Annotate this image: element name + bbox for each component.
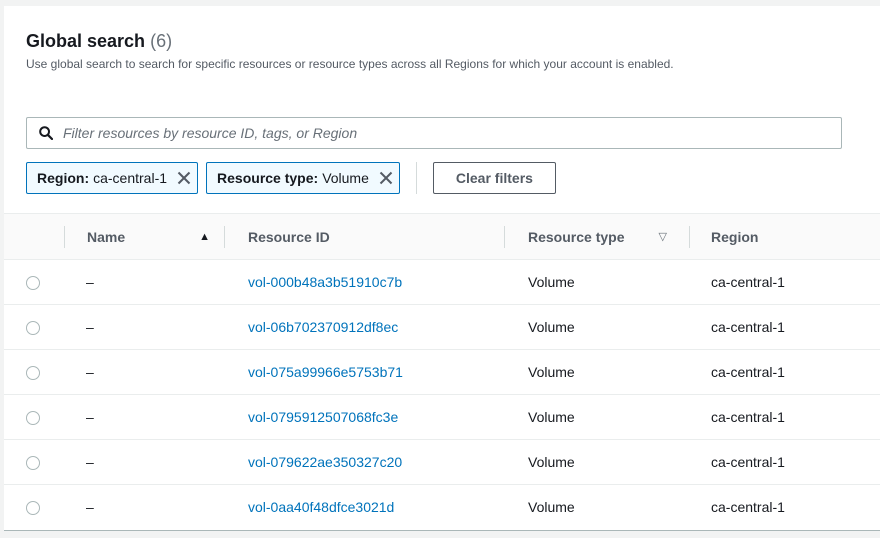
remove-filter-resource-type-button[interactable]	[379, 171, 393, 185]
table-row: – vol-075a99966e5753b71 Volume ca-centra…	[4, 349, 880, 395]
global-search-panel: Global search (6) Use global search to s…	[4, 6, 880, 531]
filter-separator	[415, 162, 417, 194]
close-icon	[379, 171, 393, 185]
row-name: –	[86, 409, 94, 425]
sort-ascending-icon: ▲	[199, 230, 210, 243]
column-header-label: Resource type	[528, 228, 625, 245]
row-name: –	[86, 274, 94, 290]
column-header-label: Resource ID	[248, 228, 330, 245]
close-icon	[177, 171, 191, 185]
row-select-radio[interactable]	[26, 411, 40, 426]
resource-id-link[interactable]: vol-0aa40f48dfce3021d	[248, 499, 394, 515]
sort-descending-icon: ▽	[658, 231, 667, 243]
resource-id-link[interactable]: vol-06b702370912df8ec	[248, 319, 398, 335]
row-select-radio[interactable]	[26, 321, 40, 336]
page-title-text: Global search	[26, 31, 146, 51]
resource-id-link[interactable]: vol-000b48a3b51910c7b	[248, 274, 402, 290]
column-header-region[interactable]: Region	[689, 213, 880, 260]
filter-token-resource-type: Resource type: Volume	[206, 162, 400, 194]
table-row: – vol-0795912507068fc3e Volume ca-centra…	[4, 394, 880, 440]
resource-id-link[interactable]: vol-079622ae350327c20	[248, 454, 402, 470]
search-icon	[39, 126, 53, 140]
filter-token-key: Region:	[37, 170, 90, 186]
filter-token-value: ca-central-1	[93, 170, 168, 186]
table-row: – vol-0aa40f48dfce3021d Volume ca-centra…	[4, 485, 880, 530]
filter-token-region: Region: ca-central-1	[26, 162, 199, 194]
filter-tokens: Region: ca-central-1 Resource type: Volu…	[26, 162, 556, 194]
result-count: (6)	[150, 31, 173, 51]
column-divider	[689, 225, 690, 248]
filter-token-value: Volume	[322, 170, 369, 186]
row-select-radio[interactable]	[26, 276, 40, 291]
table-row: – vol-000b48a3b51910c7b Volume ca-centra…	[4, 259, 880, 305]
row-select-radio[interactable]	[26, 366, 40, 381]
column-header-name[interactable]: Name ▲	[64, 213, 224, 260]
select-column-header	[4, 213, 64, 260]
row-select-radio[interactable]	[26, 456, 40, 471]
column-divider	[64, 225, 65, 248]
resource-id-link[interactable]: vol-0795912507068fc3e	[248, 409, 398, 425]
row-resource-type: Volume	[528, 409, 575, 425]
row-resource-type: Volume	[528, 319, 575, 335]
row-region: ca-central-1	[711, 364, 785, 380]
column-divider	[504, 225, 505, 248]
row-region: ca-central-1	[711, 409, 785, 425]
row-name: –	[86, 454, 94, 470]
remove-filter-region-button[interactable]	[177, 171, 191, 185]
page-title: Global search (6)	[26, 30, 674, 52]
row-region: ca-central-1	[711, 319, 785, 335]
row-resource-type: Volume	[528, 364, 575, 380]
resources-table: Name ▲ Resource ID Resource type ▽ Regio…	[4, 213, 880, 529]
row-name: –	[86, 319, 94, 335]
resource-id-link[interactable]: vol-075a99966e5753b71	[248, 364, 403, 380]
column-header-resource-type[interactable]: Resource type ▽	[504, 213, 689, 260]
panel-header: Global search (6) Use global search to s…	[26, 30, 674, 72]
table-row: – vol-079622ae350327c20 Volume ca-centra…	[4, 439, 880, 485]
column-divider	[224, 225, 225, 248]
page-description: Use global search to search for specific…	[26, 57, 674, 71]
row-region: ca-central-1	[711, 274, 785, 290]
column-header-resource-id[interactable]: Resource ID	[224, 213, 504, 260]
clear-filters-button[interactable]: Clear filters	[432, 162, 556, 194]
column-header-label: Region	[711, 228, 759, 245]
table-row: – vol-06b702370912df8ec Volume ca-centra…	[4, 304, 880, 350]
row-resource-type: Volume	[528, 274, 575, 290]
row-region: ca-central-1	[711, 499, 785, 515]
row-name: –	[86, 364, 94, 380]
search-box[interactable]	[26, 117, 842, 149]
column-header-label: Name	[87, 228, 126, 245]
row-resource-type: Volume	[528, 499, 575, 515]
row-region: ca-central-1	[711, 454, 785, 470]
row-name: –	[86, 499, 94, 515]
filter-token-key: Resource type:	[217, 170, 319, 186]
row-resource-type: Volume	[528, 454, 575, 470]
row-select-radio[interactable]	[26, 501, 40, 516]
search-input[interactable]	[61, 124, 825, 142]
table-header-row: Name ▲ Resource ID Resource type ▽ Regio…	[4, 213, 880, 260]
